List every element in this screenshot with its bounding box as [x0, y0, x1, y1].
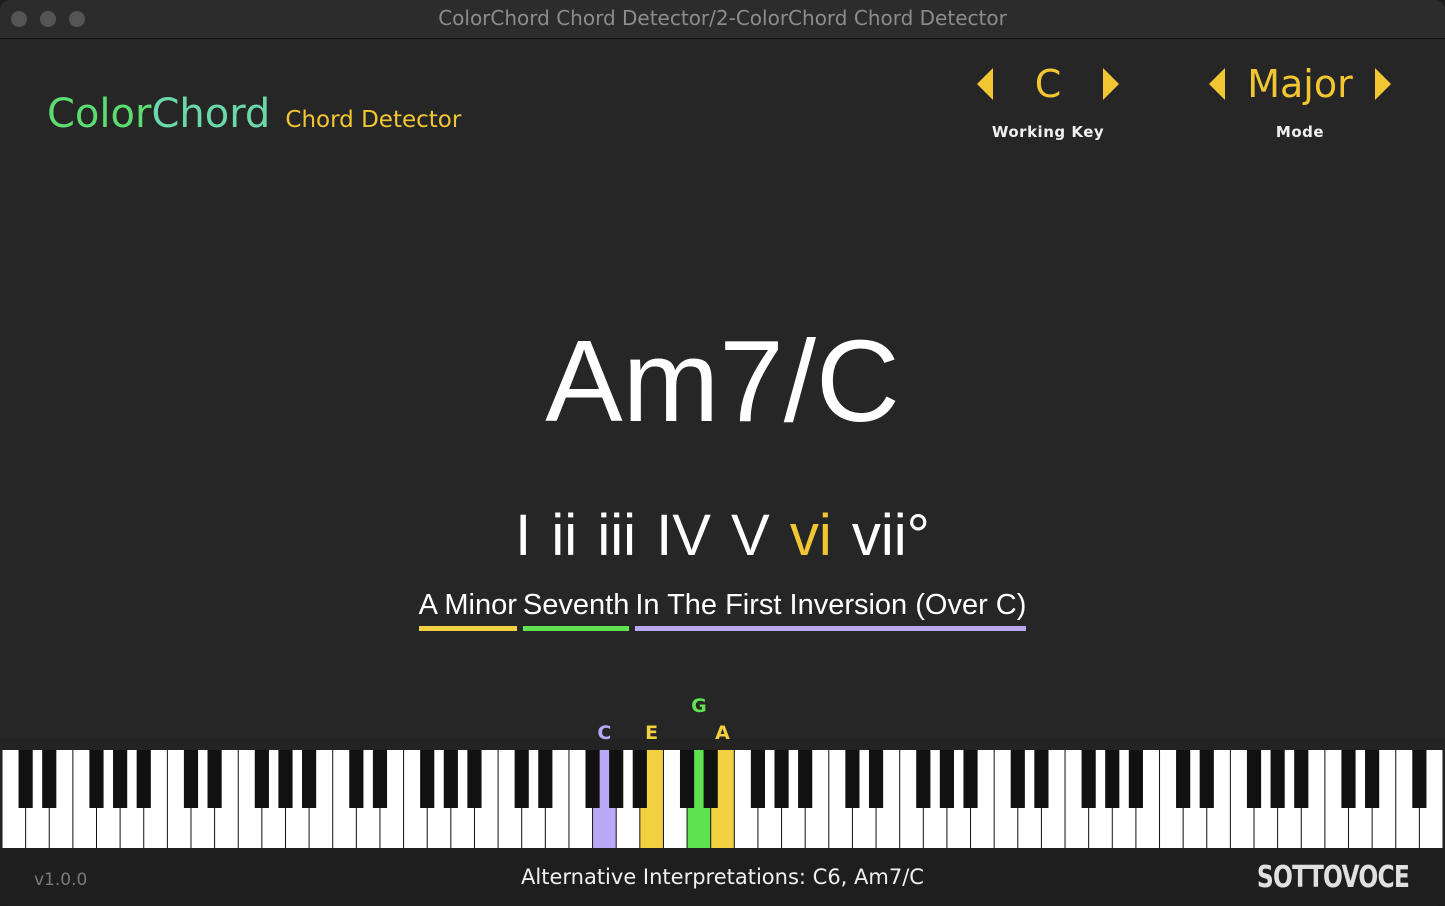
- piano-black-key[interactable]: [1341, 750, 1356, 808]
- piano-black-key[interactable]: [372, 750, 388, 808]
- piano-black-key[interactable]: [939, 750, 954, 808]
- working-key-label: Working Key: [991, 123, 1105, 141]
- key-previous-arrow-icon[interactable]: [977, 68, 993, 100]
- piano-black-key[interactable]: [1199, 750, 1214, 808]
- piano-black-key[interactable]: [963, 750, 978, 808]
- piano-black-key[interactable]: [798, 750, 813, 808]
- chord-description: A Minor Seventh In The First Inversion (Ov…: [0, 589, 1445, 631]
- piano-black-key[interactable]: [1412, 750, 1427, 808]
- piano-black-key[interactable]: [1294, 750, 1309, 808]
- piano-black-key[interactable]: [1034, 750, 1049, 808]
- piano-black-key[interactable]: [538, 750, 553, 808]
- piano-black-key[interactable]: [183, 750, 199, 808]
- piano-black-key[interactable]: [443, 750, 458, 808]
- piano-black-key[interactable]: [916, 750, 931, 808]
- status-bar: v1.0.0 Alternative Interpretations: C6, …: [0, 848, 1445, 906]
- piano-black-key[interactable]: [136, 750, 151, 808]
- piano-keyboard[interactable]: [2, 750, 1443, 848]
- title-bar: ColorChord Chord Detector/2-ColorChord C…: [0, 0, 1445, 39]
- roman-numeral: vii°: [851, 503, 930, 568]
- piano-black-key[interactable]: [632, 750, 647, 808]
- piano-black-key[interactable]: [845, 750, 860, 808]
- piano-black-key[interactable]: [609, 750, 624, 808]
- note-label: C: [597, 722, 612, 744]
- piano-black-key[interactable]: [113, 750, 128, 808]
- piano-black-key[interactable]: [1176, 750, 1191, 808]
- piano-black-key[interactable]: [774, 750, 789, 808]
- piano-black-key[interactable]: [1246, 750, 1262, 808]
- logo-subtitle: Chord Detector: [285, 107, 462, 133]
- app-logo: ColorChord Chord Detector: [47, 91, 461, 137]
- main-panel: ColorChord Chord Detector C Working Key …: [0, 39, 1445, 739]
- working-key-value: C: [1034, 62, 1062, 106]
- note-label: A: [715, 722, 730, 744]
- piano-black-key[interactable]: [1128, 750, 1143, 808]
- detected-chord-name: Am7/C: [545, 316, 900, 446]
- piano-black-key[interactable]: [1081, 750, 1096, 808]
- piano-black-key[interactable]: [1010, 750, 1025, 808]
- mode-next-arrow-icon[interactable]: [1375, 68, 1391, 100]
- mode-value: Major: [1247, 62, 1353, 106]
- logo-color-part: Color: [47, 91, 152, 137]
- piano-black-key[interactable]: [1270, 750, 1285, 808]
- description-segment: A Minor: [418, 589, 517, 631]
- roman-numeral: ii: [551, 503, 578, 568]
- piano-black-key[interactable]: [89, 750, 104, 808]
- logo-chord-part: Chord: [151, 91, 271, 137]
- mode-selector: Major Mode: [1200, 59, 1400, 141]
- piano-black-key[interactable]: [254, 750, 269, 808]
- window-title: ColorChord Chord Detector/2-ColorChord C…: [438, 6, 1007, 30]
- roman-numeral: iii: [597, 503, 636, 568]
- note-label: G: [691, 695, 707, 717]
- piano-black-key[interactable]: [467, 750, 482, 808]
- piano-black-key[interactable]: [514, 750, 529, 808]
- piano-black-key[interactable]: [585, 750, 600, 808]
- roman-numeral: IV: [656, 503, 711, 568]
- logo-wordmark: ColorChord: [47, 91, 270, 137]
- alternative-interpretations: Alternative Interpretations: C6, Am7/C: [521, 865, 924, 889]
- piano-black-key[interactable]: [750, 750, 766, 808]
- roman-numeral: I: [515, 503, 532, 568]
- roman-numeral: V: [731, 503, 770, 568]
- piano-black-key[interactable]: [679, 750, 695, 808]
- piano-black-key[interactable]: [1105, 750, 1120, 808]
- description-segment: Seventh: [522, 589, 630, 631]
- piano-black-key[interactable]: [278, 750, 293, 808]
- piano-black-key[interactable]: [18, 750, 33, 808]
- roman-numeral-row: I ii iii IV V vi vii°: [0, 502, 1445, 569]
- description-segment: In The First Inversion (Over C): [635, 589, 1027, 631]
- piano-black-key[interactable]: [42, 750, 57, 808]
- piano-black-key[interactable]: [349, 750, 364, 808]
- piano-black-key[interactable]: [302, 750, 317, 808]
- note-label: E: [645, 722, 659, 744]
- piano-black-key[interactable]: [703, 750, 718, 808]
- app-window: ColorChord Chord Detector/2-ColorChord C…: [0, 0, 1445, 906]
- working-key-selector: C Working Key: [968, 59, 1128, 141]
- piano-black-key[interactable]: [207, 750, 222, 808]
- piano-black-key[interactable]: [420, 750, 435, 808]
- mode-previous-arrow-icon[interactable]: [1209, 68, 1225, 100]
- mode-label: Mode: [1275, 123, 1325, 141]
- piano-black-key[interactable]: [868, 750, 884, 808]
- piano-black-key[interactable]: [1365, 750, 1380, 808]
- key-next-arrow-icon[interactable]: [1103, 68, 1119, 100]
- roman-numeral: vi: [789, 503, 832, 568]
- brand-logo: SOTTOVOCE: [1256, 860, 1410, 895]
